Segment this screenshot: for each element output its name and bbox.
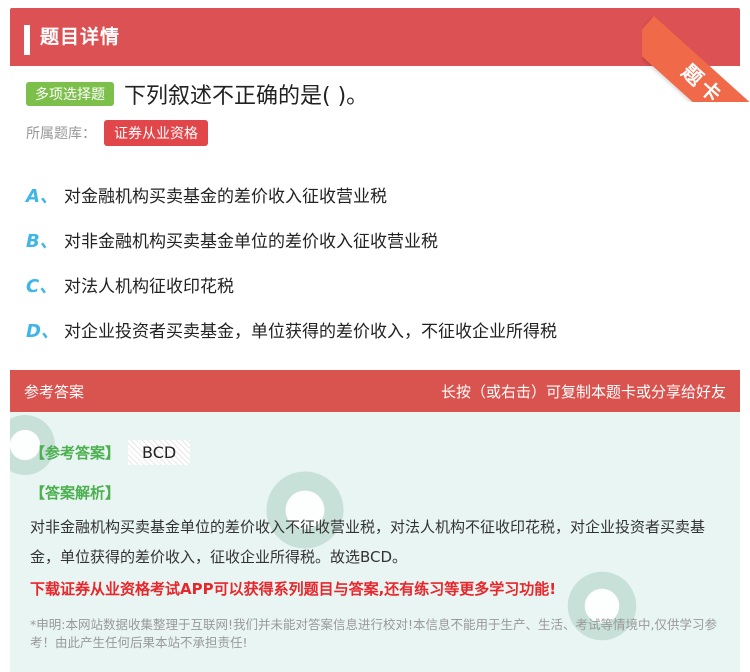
option-c[interactable]: C、 对法人机构征收印花税 <box>26 262 726 307</box>
question-row: 多项选择题 下列叙述不正确的是( )。 <box>26 80 369 109</box>
bank-label: 所属题库： <box>26 126 96 142</box>
option-text: 对金融机构买卖基金的差价收入征收营业税 <box>64 187 387 207</box>
answer-header: 参考答案 长按（或右击）可复制本题卡或分享给好友 <box>10 370 740 412</box>
analysis-label: 【答案解析】 <box>30 484 121 502</box>
option-text: 对非金融机构买卖基金单位的差价收入征收营业税 <box>64 232 438 252</box>
disclaimer-text: *申明:本网站数据收集整理于互联网!我们并未能对答案信息进行校对!本信息不能用于… <box>30 617 717 650</box>
question-text: 下列叙述不正确的是( )。 <box>124 84 369 109</box>
corner-ribbon: 题卡 <box>642 0 750 102</box>
share-tip: 长按（或右击）可复制本题卡或分享给好友 <box>440 382 726 401</box>
option-a[interactable]: A、 对金融机构买卖基金的差价收入征收营业税 <box>26 172 726 217</box>
page-title: 题目详情 <box>40 26 121 48</box>
option-letter: A、 <box>26 185 58 207</box>
reference-answer-row: 【参考答案】 BCD <box>30 440 191 465</box>
answer-section-title: 参考答案 <box>24 382 85 401</box>
option-text: 对法人机构征收印花税 <box>64 277 234 297</box>
page-header: 题目详情 <box>10 8 740 66</box>
option-letter: D、 <box>26 320 59 342</box>
question-type-tag: 多项选择题 <box>26 82 114 106</box>
option-b[interactable]: B、 对非金融机构买卖基金单位的差价收入征收营业税 <box>26 217 726 262</box>
header-accent-bar <box>24 25 30 55</box>
reference-answer-value: BCD <box>128 440 191 465</box>
analysis-text: 对非金融机构买卖基金单位的差价收入不征收营业税，对法人机构不征收印花税，对企业投… <box>30 518 706 566</box>
options-list: A、 对金融机构买卖基金的差价收入征收营业税 B、 对非金融机构买卖基金单位的差… <box>26 172 726 352</box>
ribbon-band: 题卡 <box>642 16 750 102</box>
answer-section: 参考答案 长按（或右击）可复制本题卡或分享给好友 【参考答案】 BCD 【答案解… <box>10 370 740 672</box>
app-promo-link[interactable]: 下载证券从业资格考试APP可以获得系列题目与答案,还有练习等更多学习功能! <box>30 578 730 599</box>
ribbon-label: 题卡 <box>677 59 729 102</box>
bank-tag[interactable]: 证券从业资格 <box>104 120 208 146</box>
reference-answer-label: 【参考答案】 <box>30 444 121 462</box>
option-d[interactable]: D、 对企业投资者买卖基金，单位获得的差价收入，不征收企业所得税 <box>26 307 726 352</box>
bank-row: 所属题库： 证券从业资格 <box>26 120 208 146</box>
option-letter: C、 <box>26 275 58 297</box>
option-text: 对企业投资者买卖基金，单位获得的差价收入，不征收企业所得税 <box>64 322 557 342</box>
option-letter: B、 <box>26 230 58 252</box>
